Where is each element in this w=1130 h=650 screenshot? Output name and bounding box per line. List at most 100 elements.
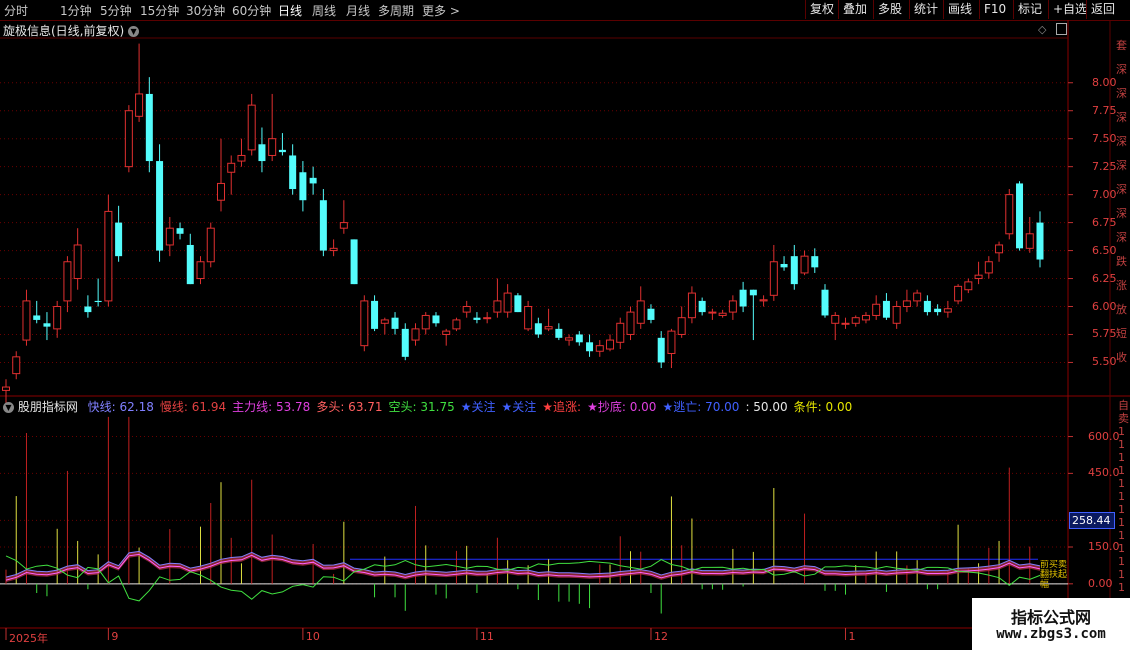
- candle-body: [667, 330, 676, 354]
- candle-body: [43, 323, 51, 327]
- date-tick-label: 10: [305, 630, 320, 643]
- candle-body: [237, 154, 246, 162]
- side-char: 跌: [1116, 255, 1127, 268]
- candle: [84, 295, 92, 318]
- candle-body: [575, 334, 583, 343]
- candle: [800, 250, 809, 276]
- candle-body: [483, 317, 492, 320]
- candle: [780, 256, 788, 271]
- candle: [442, 328, 451, 346]
- kline-chart[interactable]: [0, 0, 1130, 650]
- candle-body: [22, 300, 31, 341]
- candle: [380, 317, 389, 335]
- candle: [626, 306, 635, 341]
- candle: [698, 297, 706, 316]
- candle-body: [258, 144, 266, 162]
- legend-item: ★逃亡: 70.00: [662, 400, 740, 414]
- candle-body: [73, 244, 82, 280]
- legend-item: 慢线: 61.94: [159, 400, 227, 414]
- candle-body: [636, 300, 645, 324]
- candle-body: [319, 200, 327, 251]
- candle: [606, 334, 615, 352]
- side-char: 深: [1116, 207, 1127, 220]
- side-char: 1: [1118, 542, 1125, 555]
- candle: [708, 308, 717, 320]
- side-char: 1: [1118, 425, 1125, 438]
- short-line: [5, 555, 1041, 602]
- candle: [1036, 211, 1044, 268]
- candle-body: [401, 328, 409, 357]
- candle: [145, 77, 153, 173]
- current-value-tag: 258.44: [1069, 512, 1115, 530]
- candle: [493, 278, 502, 318]
- candle-body: [606, 339, 615, 350]
- candle-body: [759, 299, 768, 302]
- candle-body: [33, 315, 41, 320]
- candle: [104, 194, 113, 307]
- indicator-name: 股朋指标网: [17, 400, 78, 414]
- candle-body: [196, 261, 205, 280]
- side-char: 1: [1118, 503, 1125, 516]
- candle: [616, 317, 625, 350]
- candle: [892, 300, 901, 329]
- candle: [289, 144, 297, 195]
- side-char: 深: [1116, 111, 1127, 124]
- candle-body: [821, 289, 829, 316]
- candle: [677, 306, 686, 338]
- candle-body: [432, 315, 440, 324]
- side-char: 深: [1116, 63, 1127, 76]
- candle-body: [769, 261, 778, 296]
- legend-item: ★抄底: 0.00: [587, 400, 657, 414]
- candle-body: [749, 289, 757, 296]
- candle-body: [913, 292, 922, 302]
- candle: [565, 334, 574, 346]
- candle-body: [739, 289, 747, 307]
- candle: [687, 286, 696, 324]
- candle-body: [892, 306, 901, 324]
- candle: [452, 317, 461, 332]
- candle-body: [780, 263, 788, 268]
- candle-body: [339, 222, 348, 229]
- candle: [739, 281, 747, 313]
- legend-item: 空头: 31.75: [388, 400, 455, 414]
- side-char: 1: [1118, 490, 1125, 503]
- date-tick-label: 1: [848, 630, 856, 643]
- candle: [841, 317, 850, 329]
- candlesticks: [2, 43, 1044, 405]
- candle-body: [421, 314, 430, 330]
- candle-body: [124, 110, 133, 168]
- candle: [851, 315, 860, 327]
- dropdown-icon[interactable]: ▼: [3, 402, 14, 413]
- side-char: 深: [1116, 159, 1127, 172]
- side-char: 短: [1116, 327, 1127, 340]
- candle: [882, 293, 890, 320]
- candle: [309, 166, 317, 195]
- candle: [913, 289, 922, 307]
- candle-body: [565, 337, 574, 341]
- date-tick-label: 2025年: [9, 632, 48, 645]
- site-watermark: 指标公式网 www.zbgs3.com: [972, 598, 1130, 650]
- candle: [33, 300, 41, 324]
- candle-body: [493, 300, 502, 313]
- candle-body: [289, 155, 297, 190]
- candle: [821, 284, 829, 318]
- candle: [984, 256, 993, 279]
- side-char: 1: [1118, 451, 1125, 464]
- candle: [769, 244, 778, 301]
- candle: [124, 105, 133, 173]
- side-char: 深: [1116, 231, 1127, 244]
- candle: [575, 331, 583, 346]
- candle: [595, 340, 604, 357]
- candle: [216, 138, 225, 212]
- side-char: 1: [1118, 529, 1125, 542]
- candle-body: [616, 322, 625, 343]
- date-tick-label: 12: [653, 630, 668, 643]
- candle: [524, 300, 533, 332]
- side-char: 深: [1116, 87, 1127, 100]
- candle: [401, 323, 409, 361]
- candle-body: [861, 314, 870, 321]
- candle: [43, 312, 51, 341]
- candle-body: [53, 306, 62, 330]
- candle: [872, 295, 881, 320]
- candle: [657, 331, 665, 369]
